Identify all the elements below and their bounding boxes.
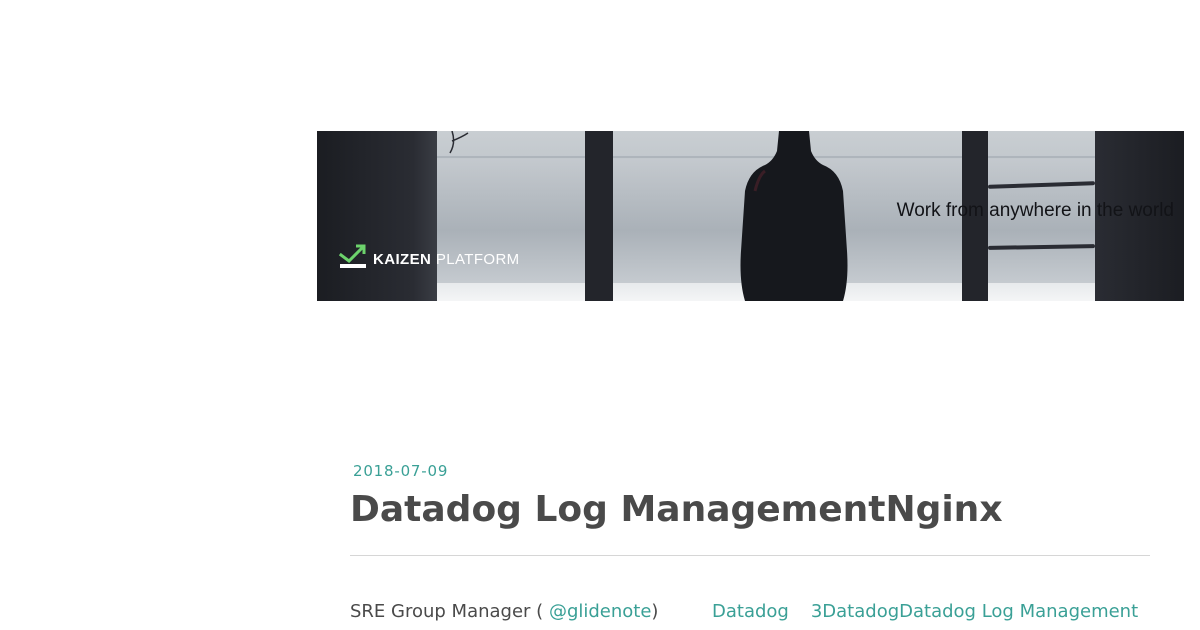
header-banner: KAIZEN PLATFORM Work from anywhere in th… [317,131,1184,301]
person-silhouette [740,131,848,301]
post-author: SRE Group Manager ( @glidenote) [350,601,658,622]
branch-decoration [449,131,469,154]
author-role: SRE Group Manager ( [350,601,544,622]
tag-link[interactable]: 3Datadog [811,601,899,622]
post-title: Datadog Log ManagementNginx [350,489,1003,530]
brand-name: KAIZEN PLATFORM [373,251,520,268]
banner-tagline: Work from anywhere in the world [896,200,1174,221]
author-handle-link[interactable]: @glidenote [549,601,651,622]
title-divider [350,555,1150,556]
brand-light: PLATFORM [435,251,520,268]
kaizen-logo[interactable]: KAIZEN PLATFORM [339,243,520,269]
trend-up-icon [339,244,366,268]
author-close: ) [651,601,659,622]
pillar-left [317,131,437,301]
brand-bold: KAIZEN [373,251,432,268]
post-date: 2018-07-09 [353,462,449,480]
tag-link[interactable]: Datadog [712,601,789,622]
tag-link[interactable]: Datadog Log Management [899,601,1138,622]
pillar-mid-left [585,131,613,301]
post-tags: Datadog 3Datadog Datadog Log Management [712,601,1138,622]
